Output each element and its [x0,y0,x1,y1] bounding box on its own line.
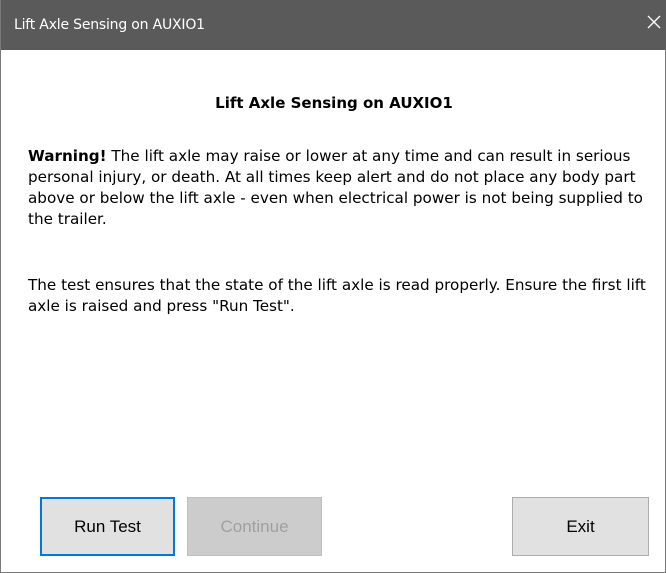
warning-paragraph: Warning! The lift axle may raise or lowe… [28,146,658,230]
close-icon [647,15,661,29]
dialog-heading: Lift Axle Sensing on AUXIO1 [215,94,453,112]
exit-button[interactable]: Exit [512,497,649,556]
title-bar[interactable]: Lift Axle Sensing on AUXIO1 [1,0,666,50]
test-instructions: The test ensures that the state of the l… [28,276,646,315]
warning-label: Warning! [28,147,107,165]
dialog-window: Lift Axle Sensing on AUXIO1 Lift Axle Se… [0,0,666,573]
continue-button[interactable]: Continue [187,497,322,556]
warning-text: The lift axle may raise or lower at any … [28,147,643,228]
window-title: Lift Axle Sensing on AUXIO1 [14,17,205,33]
close-button[interactable] [621,0,666,50]
run-test-button[interactable]: Run Test [40,497,175,556]
